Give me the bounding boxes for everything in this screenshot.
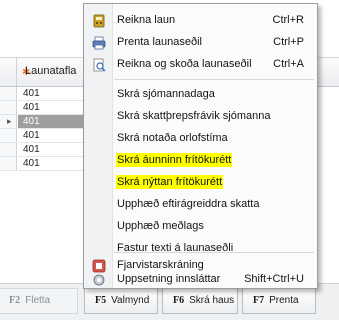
f5-label: Valmynd <box>111 295 150 306</box>
menu-item-shortcut: Ctrl+A <box>273 58 304 70</box>
f2-label: Fletta <box>25 295 51 306</box>
menu-item-skra-aunninn-fritokurett[interactable]: Skrá áunninn frítökurétt <box>85 150 316 172</box>
row-indicator[interactable] <box>0 157 17 171</box>
menu-item-skra-nyttan-fritokurett[interactable]: Skrá nýttan frítökurétt <box>85 172 316 194</box>
row-indicator[interactable] <box>0 129 17 143</box>
column-header-label: Launatafla <box>25 65 77 77</box>
menu-item-upphaed-eftiragreiddra-skatta[interactable]: Upphæð eftirágreiddra skatta <box>85 194 316 216</box>
menu-item-prenta-launasedil[interactable]: Prenta launaseðil Ctrl+P <box>85 32 316 54</box>
launatafla-cell[interactable]: 401 <box>18 101 85 115</box>
menu-item-label: Skrá nýttan frítökurétt <box>116 175 224 189</box>
context-menu: Reikna laun Ctrl+R Prenta launaseðil Ctr… <box>83 3 318 289</box>
cell-value: 401 <box>23 158 40 169</box>
f7-label: Prenta <box>269 295 299 306</box>
cell-value: 401 <box>23 102 40 113</box>
menu-item-shortcut: Ctrl+R <box>272 14 304 26</box>
menu-item-upphaed-medlags[interactable]: Upphæð meðlags <box>85 216 316 238</box>
f5-key: F5 <box>95 295 107 306</box>
menu-item-label: Skrá skattþrepsfrávik sjómanna <box>117 110 271 122</box>
menu-item-shortcut: Ctrl+P <box>273 36 304 48</box>
row-indicator[interactable]: ▸ <box>0 115 17 129</box>
printer-icon <box>92 36 106 50</box>
menu-item-label: Upphæð eftirágreiddra skatta <box>117 198 260 210</box>
f6-key: F6 <box>173 295 185 306</box>
f6-label: Skrá haus <box>189 295 235 306</box>
menu-item-label: Uppsetning innsláttar <box>117 273 221 285</box>
launatafla-cell[interactable]: 401 <box>18 115 85 129</box>
preview-icon <box>92 58 106 72</box>
launatafla-cell[interactable]: 401 <box>18 143 85 157</box>
menu-item-shortcut: Shift+Ctrl+U <box>244 273 304 285</box>
menu-item-skra-skattthrepsfravik[interactable]: Skrá skattþrepsfrávik sjómanna <box>85 106 316 128</box>
f7-key: F7 <box>253 295 265 306</box>
menu-item-uppsetning-innslattar[interactable]: Uppsetning innsláttar Shift+Ctrl+U <box>85 269 316 291</box>
cell-value: 401 <box>23 88 40 99</box>
row-indicator[interactable] <box>0 143 17 157</box>
f6-skra-haus-button[interactable]: F6 Skrá haus <box>162 288 238 314</box>
menu-item-label: Skrá notaða orlofstíma <box>117 132 228 144</box>
f7-prenta-button[interactable]: F7 Prenta <box>242 288 316 314</box>
menu-item-label: Reikna og skoða launaseðil <box>117 58 252 70</box>
menu-item-skra-notada-orlofstima[interactable]: Skrá notaða orlofstíma <box>85 128 316 150</box>
cell-value: 401 <box>23 130 40 141</box>
row-indicator[interactable] <box>0 101 17 115</box>
menu-item-label: Reikna laun <box>117 14 176 26</box>
menu-item-skra-sjomannadaga[interactable]: Skrá sjómannadaga <box>85 84 316 106</box>
launatafla-cell[interactable]: 401 <box>18 157 85 171</box>
settings-icon <box>92 273 106 287</box>
menu-item-reikna-laun[interactable]: Reikna laun Ctrl+R <box>85 10 316 32</box>
f2-fletta-button[interactable]: F2 Fletta <box>0 288 78 314</box>
row-indicator-header <box>0 58 17 86</box>
menu-item-label: Skrá sjómannadaga <box>117 88 215 100</box>
current-row-arrow-icon: ▸ <box>7 116 12 126</box>
menu-separator <box>114 79 314 80</box>
menu-item-label: Skrá áunninn frítökurétt <box>116 153 233 167</box>
f2-key: F2 <box>9 295 21 306</box>
menu-item-label: Prenta launaseðil <box>117 36 203 48</box>
f5-valmynd-button[interactable]: F5 Valmynd <box>84 288 158 314</box>
calculator-icon <box>92 14 106 28</box>
row-indicator[interactable] <box>0 87 17 101</box>
menu-separator <box>114 252 314 253</box>
cell-value: 401 <box>23 144 40 155</box>
launatafla-cell[interactable]: 401 <box>18 87 85 101</box>
launatafla-cell[interactable]: 401 <box>18 129 85 143</box>
cell-value: 401 <box>23 116 40 127</box>
menu-item-reikna-og-skoda[interactable]: Reikna og skoða launaseðil Ctrl+A <box>85 54 316 76</box>
menu-item-label: Upphæð meðlags <box>117 220 204 232</box>
